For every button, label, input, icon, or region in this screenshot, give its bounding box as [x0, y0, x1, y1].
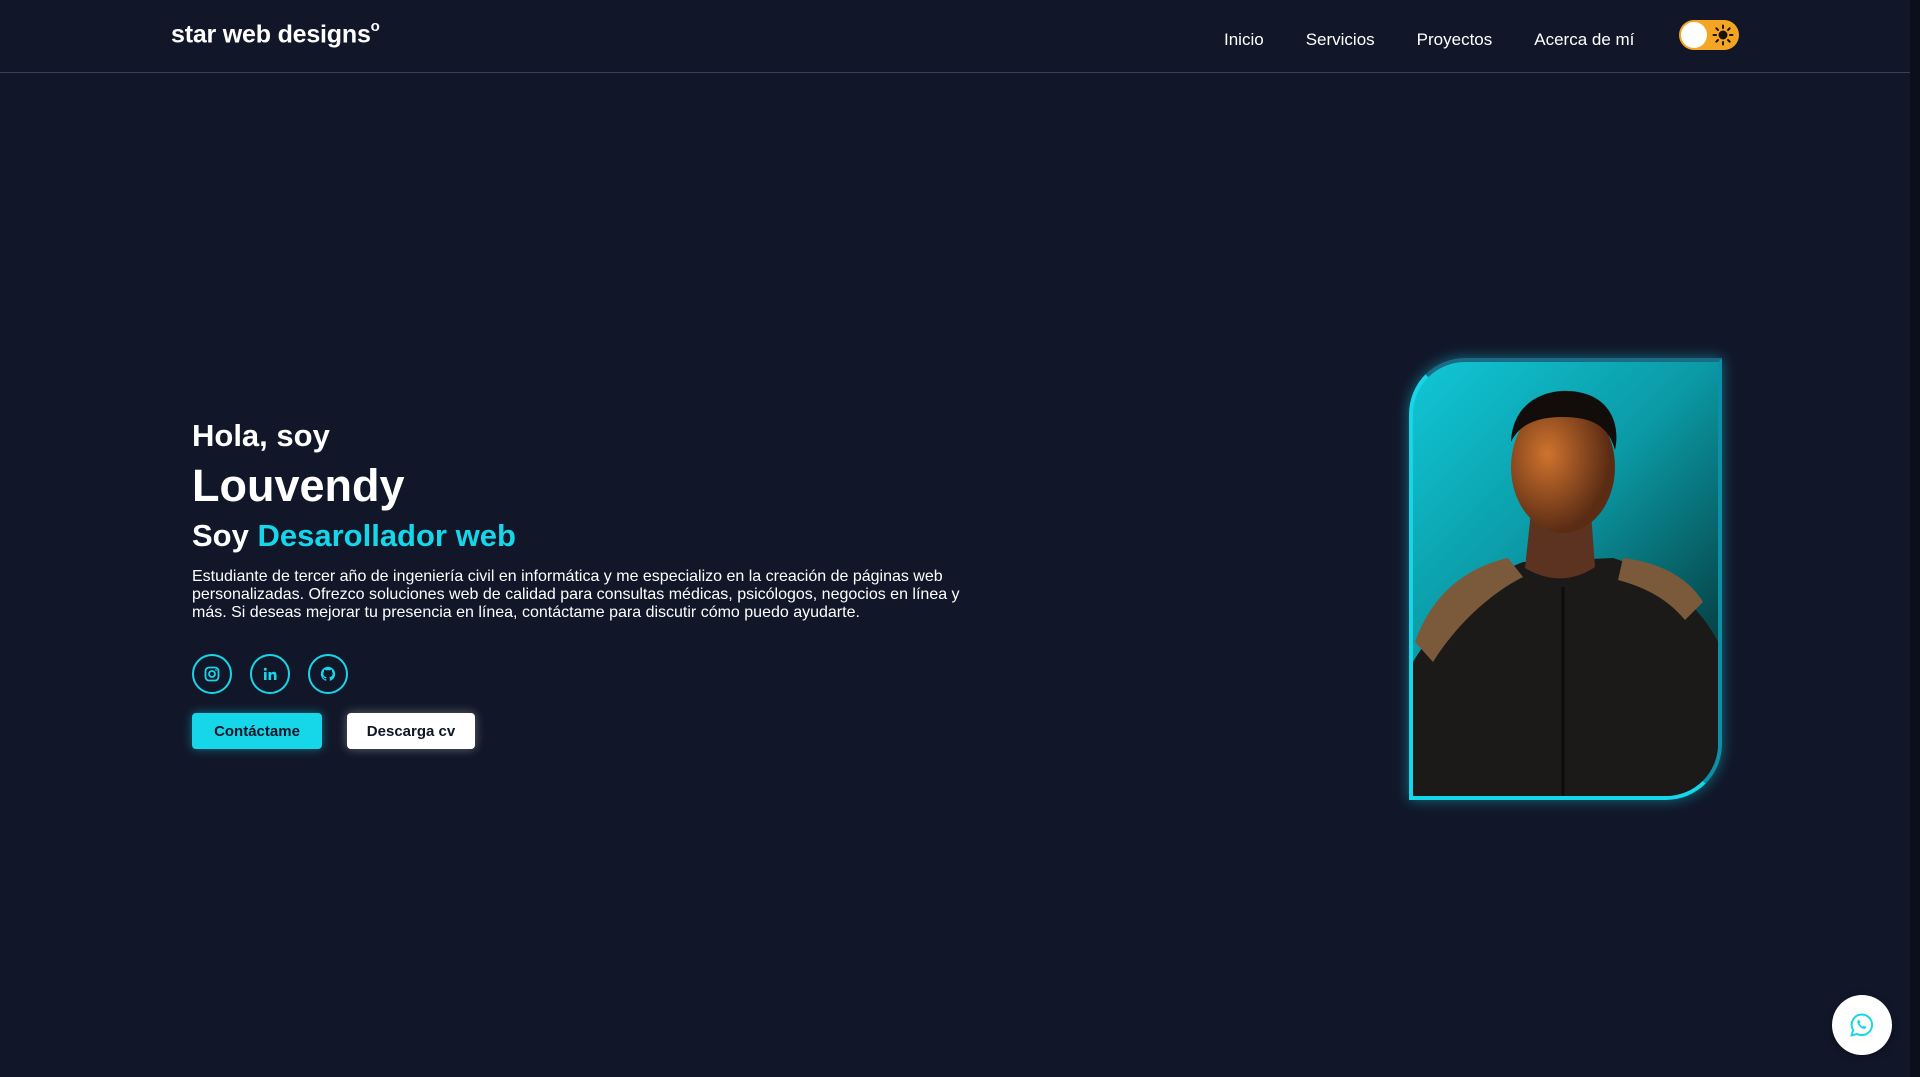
instagram-icon	[204, 666, 220, 682]
hero-description: Estudiante de tercer año de ingeniería c…	[192, 568, 960, 621]
nav-proyectos[interactable]: Proyectos	[1417, 30, 1493, 50]
linkedin-link[interactable]	[250, 654, 290, 694]
scrollbar-track[interactable]	[1910, 0, 1920, 1077]
role-prefix: Soy	[192, 518, 249, 553]
github-link[interactable]	[308, 654, 348, 694]
nav-servicios[interactable]: Servicios	[1306, 30, 1375, 50]
theme-toggle[interactable]	[1679, 20, 1739, 50]
site-header: star web designso Inicio Servicios Proye…	[0, 0, 1910, 73]
github-icon	[320, 666, 336, 681]
instagram-link[interactable]	[192, 654, 232, 694]
portrait-illustration	[1413, 390, 1718, 796]
sun-icon	[1712, 24, 1734, 46]
whatsapp-icon	[1850, 1013, 1874, 1037]
nav-inicio[interactable]: Inicio	[1224, 30, 1264, 50]
profile-photo	[1409, 358, 1722, 800]
role-highlight: Desarollador web	[257, 518, 516, 553]
toggle-knob	[1681, 22, 1707, 48]
main-nav: Inicio Servicios Proyectos Acerca de mí	[1224, 30, 1676, 50]
logo[interactable]: star web designso	[171, 18, 380, 49]
download-cv-button[interactable]: Descarga cv	[347, 713, 475, 749]
social-links	[192, 654, 348, 694]
whatsapp-button[interactable]	[1832, 995, 1892, 1055]
hero-name: Louvendy	[192, 460, 405, 511]
hero-greeting: Hola, soy	[192, 418, 330, 453]
page: star web designso Inicio Servicios Proye…	[0, 0, 1910, 1077]
hero-role: Soy Desarollador web	[192, 518, 516, 554]
linkedin-icon	[263, 667, 277, 680]
nav-acerca[interactable]: Acerca de mí	[1534, 30, 1634, 50]
contact-button[interactable]: Contáctame	[192, 713, 322, 749]
